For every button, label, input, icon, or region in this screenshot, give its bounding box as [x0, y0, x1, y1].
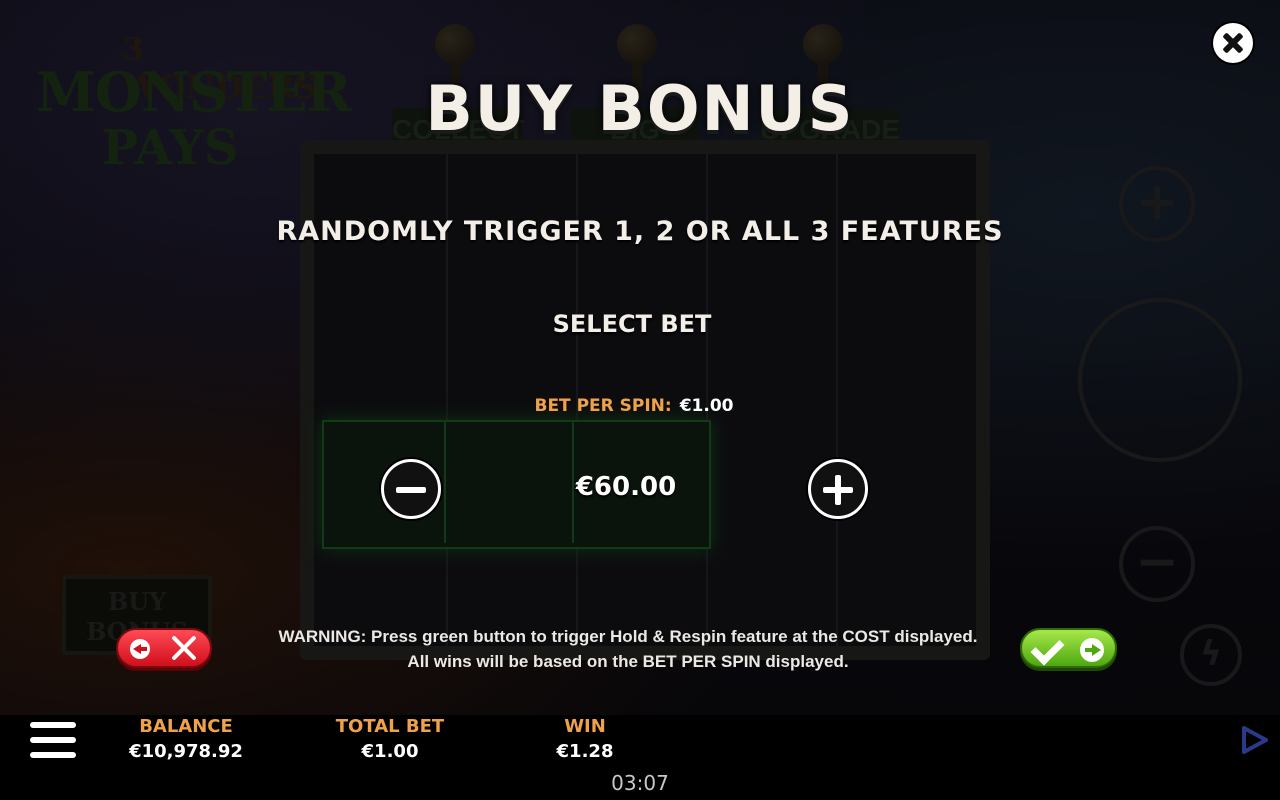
close-button[interactable] [1213, 23, 1253, 63]
bonus-cost: €60.00 [575, 472, 677, 502]
forward-arrow-icon [1080, 638, 1104, 662]
increase-bet-button[interactable] [808, 459, 868, 519]
warning-line-1: WARNING: Press green button to trigger H… [278, 627, 978, 646]
cancel-button[interactable] [116, 628, 212, 668]
provider-logo-icon [1242, 726, 1268, 754]
select-bet-label: SELECT BET [552, 310, 712, 338]
hamburger-menu-icon [30, 722, 76, 728]
minus-icon [396, 487, 426, 493]
hamburger-menu-icon-bar [30, 737, 76, 743]
plus-icon-vertical [835, 475, 841, 505]
total-bet-value: €1.00 [361, 741, 419, 762]
confirm-buy-button[interactable] [1020, 628, 1117, 668]
dialog-subtitle: RANDOMLY TRIGGER 1, 2 OR ALL 3 FEATURES [276, 216, 1004, 247]
bet-per-spin-value: €1.00 [679, 396, 734, 416]
win-display: WIN €1.28 [525, 716, 645, 762]
back-arrow-icon [130, 639, 150, 659]
balance-label: BALANCE [139, 716, 233, 737]
bet-per-spin-row: BET PER SPIN: €1.00 [0, 396, 1268, 416]
checkmark-icon [1030, 631, 1065, 666]
dialog-title: BUY BONUS [425, 72, 855, 145]
total-bet-label: TOTAL BET [335, 716, 445, 737]
warning-text: WARNING: Press green button to trigger H… [240, 624, 1016, 674]
win-value: €1.28 [556, 741, 614, 762]
total-bet-display: TOTAL BET €1.00 [320, 716, 460, 762]
warning-line-2: All wins will be based on the BET PER SP… [407, 652, 849, 671]
menu-button[interactable] [30, 722, 76, 758]
win-label: WIN [564, 716, 606, 737]
balance-display: BALANCE €10,978.92 [116, 716, 256, 762]
clock: 03:07 [611, 771, 669, 795]
bet-per-spin-label: BET PER SPIN: [534, 396, 672, 416]
hamburger-menu-icon-bar [30, 752, 76, 758]
decrease-bet-button[interactable] [381, 459, 441, 519]
balance-value: €10,978.92 [129, 741, 243, 762]
